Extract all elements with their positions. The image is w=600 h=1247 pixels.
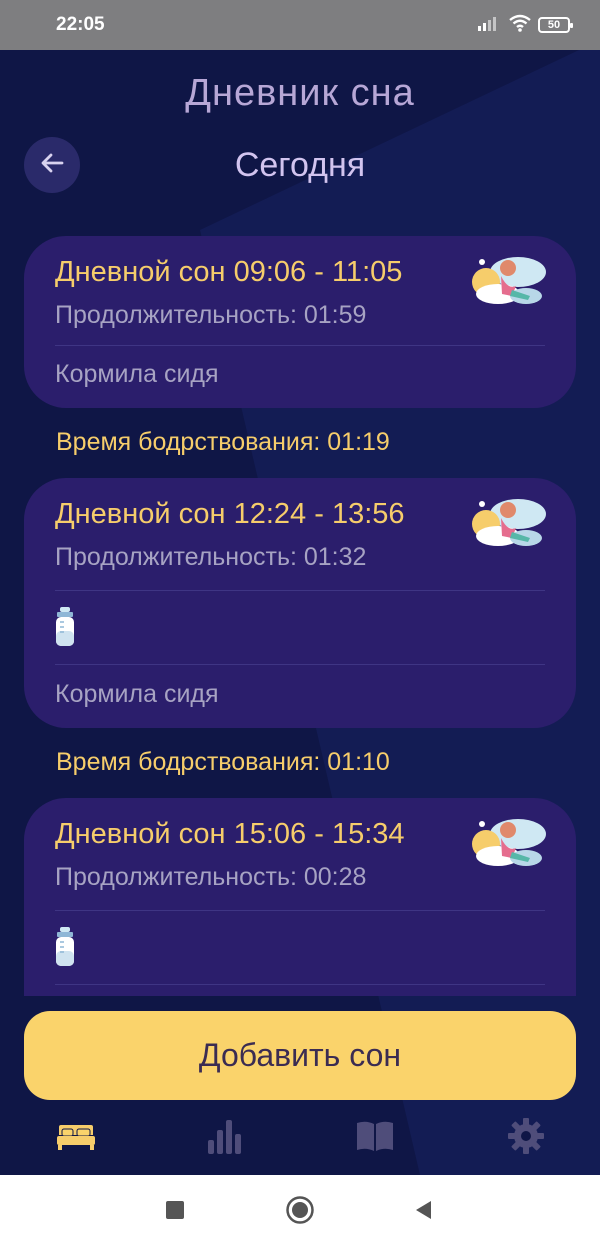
bottom-navigation [0,1104,600,1175]
sleep-entry-list[interactable]: Дневной сон 09:06 - 11:05 Продолжительно… [0,236,600,996]
back-triangle-icon [413,1199,433,1226]
sleeping-baby-cloud-illustration [472,257,546,304]
book-icon [356,1120,394,1157]
sleeping-baby-cloud-illustration [472,819,546,866]
sleep-entry-card[interactable]: Дневной сон 12:24 - 13:56 Продолжительно… [24,478,576,728]
recents-button[interactable] [158,1195,192,1229]
card-divider [55,590,545,591]
wake-window-text: Время бодрствования: 01:10 [56,748,390,776]
sleep-entry-title: Дневной сон 12:24 - 13:56 [55,498,405,530]
gear-icon [508,1117,544,1159]
sleep-entry-card[interactable]: Дневной сон 15:06 - 15:34 Продолжительно… [24,798,576,996]
nav-sleep[interactable] [56,1118,96,1158]
recents-square-icon [165,1200,185,1225]
sleep-entry-duration: Продолжительность: 01:32 [55,543,367,571]
system-back-button[interactable] [406,1195,440,1229]
sleep-entry-title: Дневной сон 15:06 - 15:34 [55,818,405,850]
home-circle-icon [285,1195,315,1230]
app-title: Дневник сна [185,72,415,114]
sleep-entry-duration: Продолжительность: 00:28 [55,863,367,891]
sleep-entry-title: Дневной сон 09:06 - 11:05 [55,256,403,288]
baby-bottle-icon [56,927,74,966]
card-divider [55,345,545,346]
nav-articles[interactable] [355,1118,395,1158]
bar-chart-icon [206,1118,242,1159]
status-time: 22:05 [56,14,105,35]
sleeping-baby-cloud-illustration [472,499,546,546]
add-sleep-button[interactable]: Добавить сон [24,1011,576,1100]
nav-settings[interactable] [506,1117,546,1159]
home-button[interactable] [283,1195,317,1229]
battery-icon: 50 [538,17,573,33]
sleep-entry-card[interactable]: Дневной сон 09:06 - 11:05 Продолжительно… [24,236,576,408]
card-divider [55,664,545,665]
sleep-entry-note: Кормила сидя [55,360,219,388]
system-navigation-bar [0,1175,600,1247]
bed-icon [57,1121,95,1156]
date-title: Сегодня [234,146,366,184]
status-bar: 22:05 50 [0,0,600,50]
status-icons: 50 [478,13,573,37]
app-screen: 22:05 50 Дневник сна Сегодня Дневной сон… [0,0,600,1247]
sleep-entry-duration: Продолжительность: 01:59 [55,301,367,329]
wifi-icon [508,14,532,37]
sleep-entry-note: Кормила сидя [55,680,219,708]
signal-icon [478,15,502,36]
card-divider [55,984,545,985]
card-divider [55,910,545,911]
wake-window-text: Время бодрствования: 01:19 [56,428,390,456]
baby-bottle-icon [56,607,74,646]
nav-statistics[interactable] [204,1118,244,1158]
